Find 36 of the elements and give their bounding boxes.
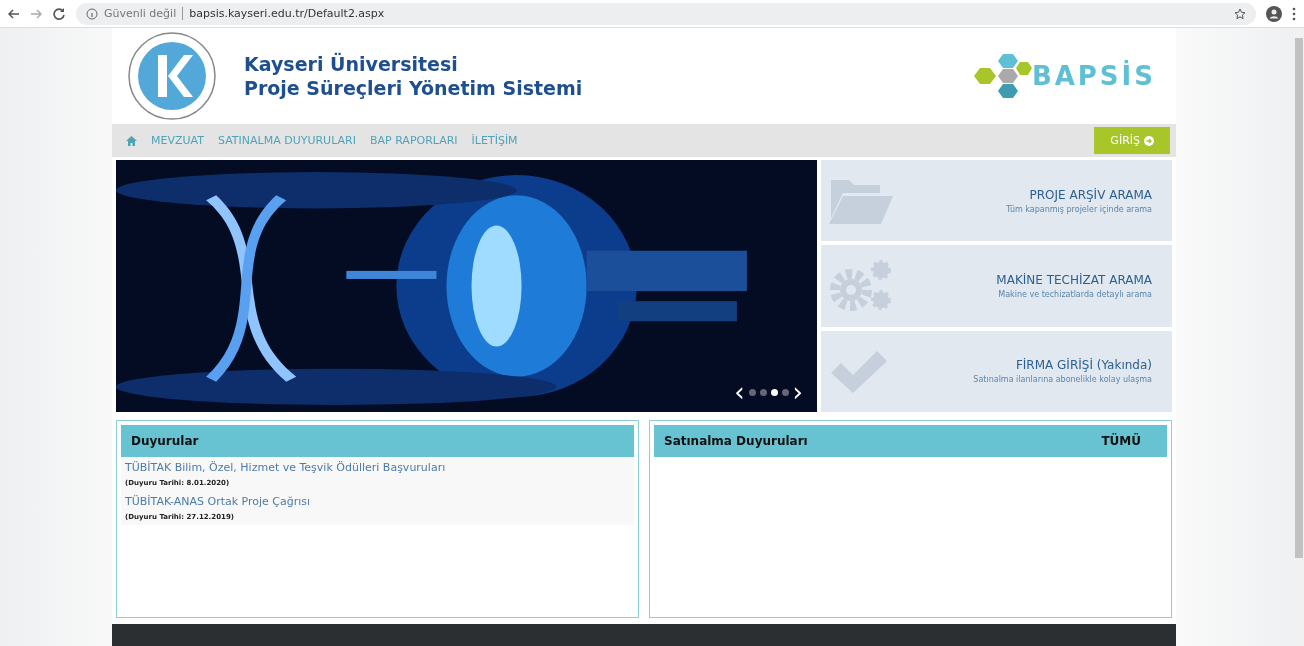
account-icon[interactable] bbox=[1266, 5, 1282, 22]
back-icon[interactable] bbox=[8, 8, 20, 19]
url-text: bapsis.kayseri.edu.tr/Default2.aspx bbox=[182, 7, 385, 20]
security-label: Güvenli değil bbox=[104, 7, 177, 20]
slide-dot[interactable] bbox=[759, 388, 767, 396]
brand-logo-text: BAPSİS bbox=[1031, 61, 1156, 91]
feature-card[interactable]: MAKİNE TECHİZAT ARAMA Makine ve techizatlarda detaylı arama bbox=[821, 245, 1172, 327]
card-subtitle: Makine ve techizatlarda detaylı arama bbox=[997, 290, 1152, 299]
feature-card[interactable]: PROJE ARŞİV ARAMA Tüm kapanmış projeler içinde arama bbox=[821, 160, 1172, 242]
panel-title: Satınalma Duyuruları bbox=[664, 434, 808, 448]
slide-dot[interactable] bbox=[748, 388, 756, 396]
card-subtitle: Tüm kapanmış projeler içinde arama bbox=[1006, 204, 1152, 214]
card-subtitle: Satınalma ilanlarına abonelikle kolay ulaşma bbox=[973, 375, 1152, 385]
panel-title: Duyurular bbox=[131, 434, 199, 448]
announcement-link[interactable]: TÜBİTAK Bilim, Özel, Hizmet ve Teşvik Ödülleri Başvuruları bbox=[125, 459, 630, 477]
scrollbar-thumb[interactable] bbox=[1295, 38, 1303, 558]
card-title: FİRMA GİRİŞİ (Yakında) bbox=[1014, 358, 1152, 373]
checkmark-icon bbox=[829, 349, 889, 394]
announcement-link[interactable]: TÜBİTAK-ANAS Ortak Proje Çağrısı bbox=[125, 493, 630, 511]
hexagon-logo-icon bbox=[971, 51, 1032, 101]
view-all-link[interactable]: TÜMÜ bbox=[1101, 434, 1141, 448]
next-arrow[interactable]: › bbox=[792, 382, 803, 402]
previous-arrow[interactable]: ‹ bbox=[734, 382, 745, 402]
menu-icon[interactable] bbox=[1292, 6, 1296, 21]
site-title: Kayseri Üniversitesi bbox=[244, 52, 459, 76]
feature-card[interactable]: FİRMA GİRİŞİ (Yakında) Satınalma ilanlarına abonelikle kolay ulaşma bbox=[821, 330, 1172, 412]
reload-icon[interactable] bbox=[52, 6, 66, 21]
arrow-circle-icon bbox=[1144, 135, 1154, 146]
card-title: PROJE ARŞİV ARAMA bbox=[1028, 187, 1152, 202]
site-subtitle: Proje Süreçleri Yönetim Sistemi bbox=[244, 76, 583, 100]
slide-dot[interactable] bbox=[781, 388, 789, 396]
slide-dot[interactable] bbox=[770, 388, 778, 396]
star-icon[interactable] bbox=[1234, 7, 1246, 20]
card-title: MAKİNE TECHİZAT ARAMA bbox=[996, 273, 1152, 287]
address-bar[interactable]: Güvenli değil bapsis.kayseri.edu.tr/Default2.aspx bbox=[76, 2, 1256, 25]
info-icon bbox=[86, 7, 98, 20]
